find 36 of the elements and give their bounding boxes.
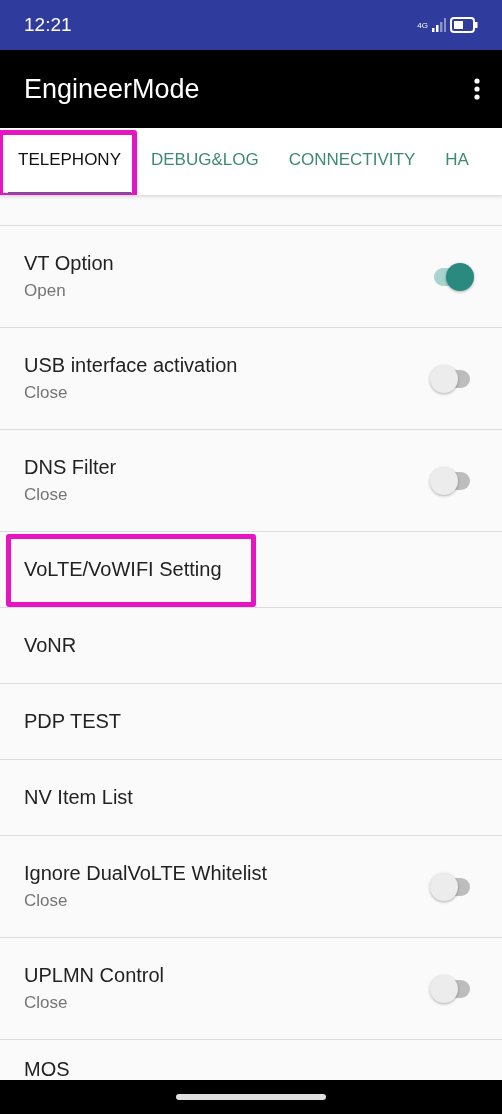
home-handle[interactable] [176, 1094, 326, 1100]
item-summary: Close [24, 383, 69, 403]
item-summary: Close [24, 891, 69, 911]
item-title: PDP TEST [24, 710, 122, 733]
settings-item[interactable]: NV Item List [0, 760, 502, 836]
settings-item[interactable]: USB interface activation Close [0, 328, 502, 430]
item-title: MOS [24, 1058, 70, 1080]
item-title: VT Option [24, 252, 114, 275]
item-title: VoLTE/VoWIFI Setting [24, 558, 222, 581]
item-summary: Close [24, 485, 69, 505]
tab[interactable]: CONNECTIVITY [278, 128, 426, 195]
settings-item[interactable]: MOS [0, 1040, 502, 1080]
network-type: 4G [417, 20, 428, 30]
item-title: NV Item List [24, 786, 133, 809]
signal-icon [432, 18, 446, 32]
settings-item[interactable]: VT Option Open [0, 226, 502, 328]
tab[interactable]: HA [435, 128, 479, 195]
battery-icon [450, 17, 478, 33]
status-time: 12:21 [24, 14, 72, 36]
tab[interactable]: TELEPHONY [8, 128, 131, 195]
tab[interactable]: DEBUG&LOG [141, 128, 269, 195]
item-title: DNS Filter [24, 456, 117, 479]
settings-item[interactable]: VoNR [0, 608, 502, 684]
settings-item[interactable]: PDP TEST [0, 684, 502, 760]
item-title: USB interface activation [24, 354, 238, 377]
settings-item[interactable]: DNS Filter Close [0, 430, 502, 532]
item-title: Ignore DualVoLTE Whitelist [24, 862, 268, 885]
item-summary: Close [24, 993, 69, 1013]
more-options-icon[interactable] [474, 78, 480, 100]
app-title: EngineerMode [24, 73, 200, 105]
item-title: UPLMN Control [24, 964, 165, 987]
item-summary: Open [24, 281, 67, 301]
item-title: VoNR [24, 634, 77, 657]
settings-item[interactable]: Ignore DualVoLTE Whitelist Close [0, 836, 502, 938]
settings-item[interactable]: VoLTE/VoWIFI Setting [0, 532, 502, 608]
settings-item[interactable]: UPLMN Control Close [0, 938, 502, 1040]
